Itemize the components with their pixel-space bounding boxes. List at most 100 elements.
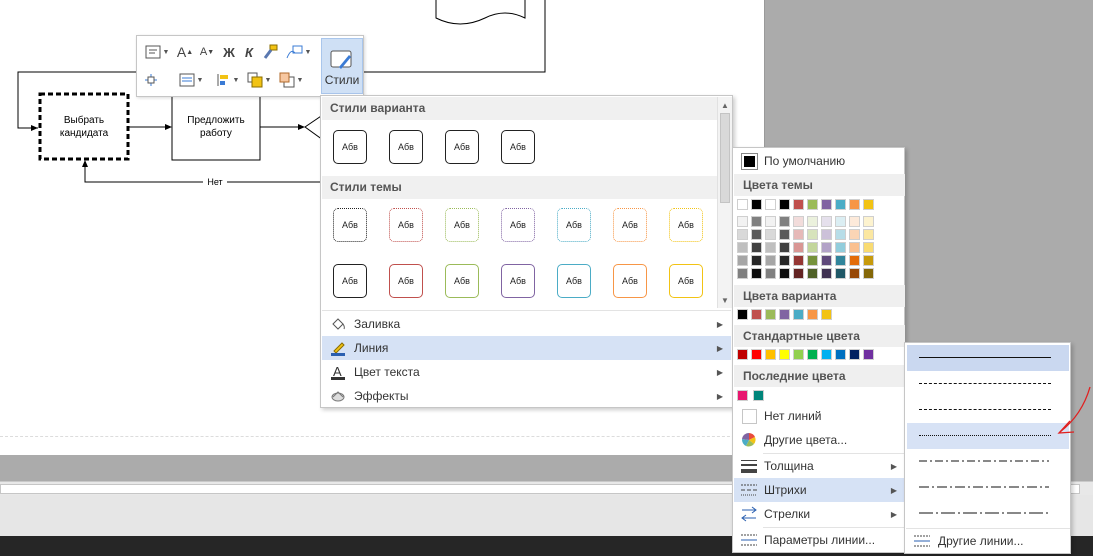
color-swatch[interactable] [807,229,818,240]
color-swatch[interactable] [779,349,790,360]
color-swatch[interactable] [737,229,748,240]
style-thumbnail[interactable]: Абв [501,208,535,242]
align-text-button[interactable]: ▼ [177,70,205,90]
color-swatch[interactable] [793,216,804,227]
weight-item[interactable]: Толщина ▶ [734,454,905,478]
color-swatch[interactable] [835,242,846,253]
color-swatch[interactable] [751,216,762,227]
color-swatch[interactable] [821,242,832,253]
dashes-item[interactable]: Штрихи ▶ [734,478,905,502]
color-swatch[interactable] [737,242,748,253]
grow-font-button[interactable]: A ▲ [177,42,193,62]
color-swatch[interactable] [807,255,818,266]
color-swatch[interactable] [821,309,832,320]
color-swatch[interactable] [751,229,762,240]
menu-item-line[interactable]: Линия ▶ [322,336,731,360]
dash-solid[interactable] [907,345,1069,371]
italic-button[interactable]: К [241,42,257,62]
style-thumbnail[interactable]: Абв [389,208,423,242]
color-swatch[interactable] [835,216,846,227]
dash-dash-dot[interactable] [907,449,1069,475]
style-thumbnail[interactable]: Абв [445,264,479,298]
gallery-scrollbar[interactable]: ▲ ▼ [717,97,732,308]
color-swatch[interactable] [807,268,818,279]
color-swatch[interactable] [793,349,804,360]
color-swatch[interactable] [737,199,748,210]
color-swatch[interactable] [835,199,846,210]
color-swatch[interactable] [793,199,804,210]
bold-button[interactable]: Ж [221,42,237,62]
color-swatch[interactable] [835,229,846,240]
no-lines-item[interactable]: Нет линий [734,404,905,428]
style-thumbnail[interactable]: Абв [445,208,479,242]
color-swatch[interactable] [753,390,764,401]
color-swatch[interactable] [863,229,874,240]
color-swatch[interactable] [737,268,748,279]
color-swatch[interactable] [821,255,832,266]
color-swatch[interactable] [779,255,790,266]
style-thumbnail[interactable]: Абв [501,130,535,164]
dash-long-dash[interactable] [907,371,1069,397]
color-swatch[interactable] [765,216,776,227]
color-swatch[interactable] [849,199,860,210]
more-lines-item[interactable]: Другие линии... [906,528,1070,552]
style-thumbnail[interactable]: Абв [669,264,703,298]
text-block-button[interactable]: ▼ [141,42,173,62]
color-swatch[interactable] [835,349,846,360]
color-swatch[interactable] [821,349,832,360]
color-swatch[interactable] [849,216,860,227]
color-swatch[interactable] [751,242,762,253]
dash-dash-dot-dot[interactable] [907,475,1069,501]
color-swatch[interactable] [849,255,860,266]
color-swatch[interactable] [807,216,818,227]
color-swatch[interactable] [793,309,804,320]
scrollbar-thumb[interactable] [720,113,730,203]
color-swatch[interactable] [863,199,874,210]
menu-item-text-color[interactable]: A Цвет текста ▶ [322,360,731,384]
color-swatch[interactable] [765,268,776,279]
color-swatch[interactable] [737,216,748,227]
color-swatch[interactable] [779,268,790,279]
style-thumbnail[interactable]: Абв [445,130,479,164]
color-swatch[interactable] [737,390,748,401]
dash-dash[interactable] [907,397,1069,423]
color-swatch[interactable] [849,349,860,360]
color-swatch[interactable] [863,255,874,266]
color-swatch[interactable] [863,349,874,360]
color-swatch[interactable] [737,309,748,320]
color-swatch[interactable] [779,242,790,253]
bring-front-button[interactable]: ▼ [245,70,273,90]
color-swatch[interactable] [835,268,846,279]
style-thumbnail[interactable]: Абв [557,208,591,242]
color-swatch[interactable] [751,199,762,210]
color-swatch[interactable] [793,229,804,240]
color-swatch[interactable] [793,268,804,279]
color-swatch[interactable] [751,309,762,320]
color-swatch[interactable] [807,242,818,253]
connector-button[interactable]: ▼ [283,42,313,62]
color-swatch[interactable] [821,268,832,279]
color-swatch[interactable] [835,255,846,266]
menu-item-effects[interactable]: Эффекты ▶ [322,384,731,408]
default-color-item[interactable]: По умолчанию [734,149,905,173]
style-thumbnail[interactable]: Абв [333,130,367,164]
color-swatch[interactable] [849,229,860,240]
style-thumbnail[interactable]: Абв [669,208,703,242]
style-thumbnail[interactable]: Абв [557,264,591,298]
color-swatch[interactable] [751,255,762,266]
color-swatch[interactable] [863,242,874,253]
color-swatch[interactable] [793,255,804,266]
color-swatch[interactable] [821,199,832,210]
color-swatch[interactable] [765,229,776,240]
color-swatch[interactable] [807,309,818,320]
dash-dotted[interactable] [907,423,1069,449]
scroll-up-icon[interactable]: ▲ [718,98,732,112]
style-thumbnail[interactable]: Абв [333,208,367,242]
color-swatch[interactable] [779,199,790,210]
color-swatch[interactable] [807,199,818,210]
style-thumbnail[interactable]: Абв [613,208,647,242]
color-swatch[interactable] [765,255,776,266]
menu-item-fill[interactable]: Заливка ▶ [322,312,731,336]
color-swatch[interactable] [807,349,818,360]
color-swatch[interactable] [737,255,748,266]
